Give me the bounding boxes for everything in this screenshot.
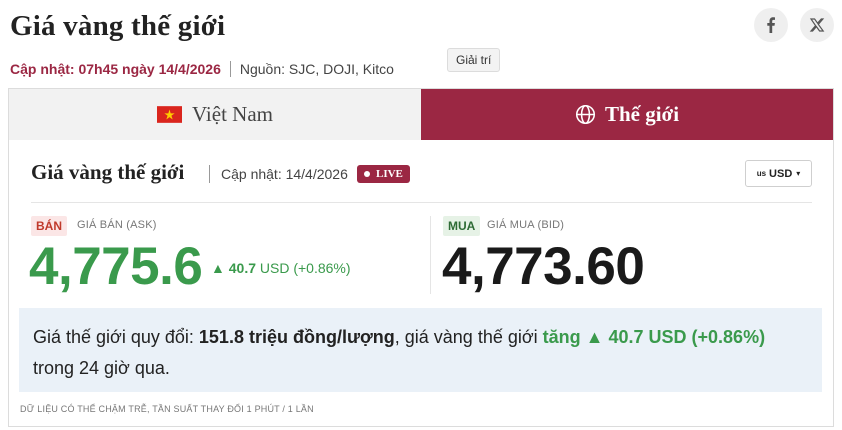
info-converted: 151.8 triệu đồng/lượng [198, 327, 395, 347]
chevron-down-icon: ▾ [796, 169, 801, 178]
card-title: Giá vàng thế giới [31, 160, 185, 184]
globe-icon [575, 104, 596, 125]
currency-value: USD [769, 167, 793, 180]
sell-price: 4,775.6 [29, 237, 203, 296]
tab-world-label: Thế giới [604, 102, 680, 126]
tab-world[interactable]: Thế giới [421, 89, 833, 140]
info-prefix: Giá thế giới quy đổi: [33, 327, 199, 347]
price-divider [430, 216, 431, 294]
sell-change: ▲ 40.7 USD (+0.86%) [211, 260, 351, 276]
info-suffix: trong 24 giờ qua. [33, 358, 170, 378]
tab-vietnam-label: Việt Nam [192, 102, 273, 126]
card-update-time: Cập nhật: 14/4/2026 [221, 166, 348, 182]
currency-flag-text: us [756, 169, 767, 178]
buy-label: GIÁ MUA (BID) [487, 219, 565, 231]
live-label: LIVE [376, 168, 403, 180]
sell-badge: BÁN [31, 216, 67, 236]
conversion-info-box: Giá thế giới quy đổi: 151.8 triệu đồng/l… [19, 308, 822, 392]
buy-badge: MUA [443, 216, 481, 236]
facebook-share-button[interactable] [754, 8, 788, 42]
up-arrow-icon: ▲ [211, 260, 225, 276]
vietnam-flag-icon [157, 106, 183, 123]
x-icon [809, 18, 825, 32]
change-percent: (+0.86%) [293, 260, 351, 276]
currency-select[interactable]: us USD ▾ [745, 160, 812, 187]
x-share-button[interactable] [800, 8, 834, 42]
meta-divider [229, 61, 231, 77]
info-trend: tăng ▲ 40.7 USD (+0.86%) [542, 327, 766, 347]
live-badge: LIVE [357, 165, 410, 183]
change-value: 40.7 [228, 260, 256, 276]
tab-vietnam[interactable]: Việt Nam [9, 89, 421, 140]
buy-price: 4,773.60 [442, 237, 645, 296]
facebook-icon [767, 17, 775, 33]
sell-label: GIÁ BÁN (ASK) [77, 219, 157, 231]
live-dot-icon [364, 171, 370, 177]
card-divider [31, 202, 812, 203]
card-title-divider [209, 165, 210, 183]
market-tabs: Việt Nam Thế giới [8, 88, 834, 140]
page-title: Giá vàng thế giới [10, 10, 226, 42]
meta-line: Cập nhật: 07h45 ngày 14/4/2026 Nguồn: SJ… [10, 61, 394, 77]
info-middle: , giá vàng thế giới [394, 327, 543, 347]
source-text: Nguồn: SJC, DOJI, Kitco [239, 61, 394, 77]
world-gold-card: Giá vàng thế giới Cập nhật: 14/4/2026 LI… [8, 140, 834, 427]
change-unit: USD [259, 260, 290, 276]
update-time: Cập nhật: 07h45 ngày 14/4/2026 [10, 61, 221, 77]
data-delay-note: DỮ LIỆU CÓ THỂ CHẬM TRỄ, TẦN SUẤT THAY Đ… [20, 404, 314, 414]
tooltip: Giải trí [447, 48, 501, 72]
